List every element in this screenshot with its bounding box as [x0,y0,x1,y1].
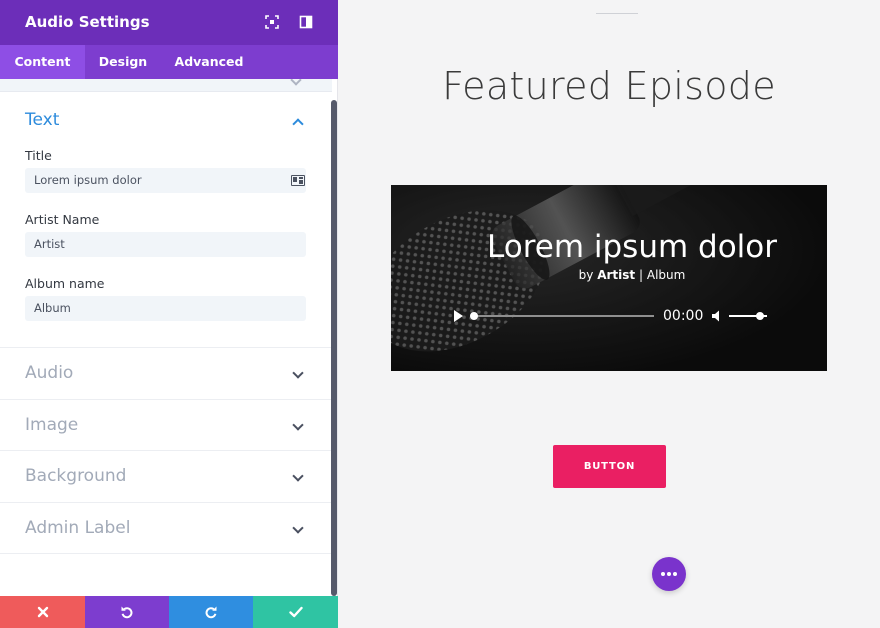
undo-button[interactable] [85,596,169,628]
album-name: Album [646,268,686,282]
redo-button[interactable] [169,596,253,628]
volume-icon[interactable] [711,309,725,323]
top-divider [596,13,638,14]
redo-icon [205,606,217,619]
chevron-down-icon[interactable] [292,367,304,379]
artist-name-label: Artist Name [25,212,100,227]
title-label: Title [25,148,52,163]
divider [0,347,332,348]
page-heading: Featured Episode [442,64,776,108]
group-admin-label-title[interactable]: Admin Label [25,518,130,538]
play-icon[interactable] [454,310,463,322]
player-meta: by Artist | Album [437,268,827,282]
chevron-down-icon[interactable] [292,419,304,431]
meta-separator: | [638,268,644,282]
settings-scroll-area: Text Title Lorem ipsum dolor Artist Name… [0,79,332,596]
artist-name: Artist [597,268,636,282]
previous-group-stub[interactable] [0,79,332,92]
split-view-icon[interactable] [298,14,314,30]
save-button[interactable] [253,596,338,628]
progress-handle[interactable] [470,312,478,320]
group-image-title[interactable]: Image [25,415,78,435]
dynamic-content-icon[interactable] [291,175,305,186]
dot-icon [661,572,665,576]
chevron-down-icon [290,79,302,86]
album-name-label: Album name [25,276,105,291]
divider [0,553,332,554]
group-background-title[interactable]: Background [25,466,126,486]
cta-button[interactable]: BUTTON [553,445,666,488]
chevron-up-icon[interactable] [292,118,304,130]
panel-scrollbar[interactable] [331,100,337,596]
panel-header: Audio Settings [0,0,338,45]
group-audio-title[interactable]: Audio [25,363,73,383]
more-options-button[interactable] [652,557,686,591]
progress-track[interactable] [471,315,654,317]
chevron-down-icon[interactable] [292,522,304,534]
tab-content[interactable]: Content [0,45,85,79]
divider [0,502,332,503]
settings-panel: Audio Settings Content Design Advanced T… [0,0,338,628]
title-input[interactable]: Lorem ipsum dolor [25,168,306,193]
discard-button[interactable] [0,596,85,628]
chevron-down-icon[interactable] [292,470,304,482]
album-name-input[interactable]: Album [25,296,306,321]
close-icon [37,606,48,618]
title-input-value: Lorem ipsum dolor [34,173,142,187]
check-icon [288,606,303,618]
dot-icon [667,572,671,576]
player-title: Lorem ipsum dolor [487,229,777,265]
undo-icon [121,606,133,619]
divider [0,450,332,451]
tab-advanced[interactable]: Advanced [161,45,257,79]
panel-footer [0,596,338,628]
tab-design[interactable]: Design [85,45,161,79]
dot-icon [673,572,677,576]
tab-bar: Content Design Advanced [0,45,338,79]
by-label: by [578,268,594,282]
divider [0,399,332,400]
group-text-title[interactable]: Text [25,110,59,130]
artist-name-input[interactable]: Artist [25,232,306,257]
panel-title: Audio Settings [25,13,150,31]
audio-player: Lorem ipsum dolor by Artist | Album 00:0… [391,185,827,371]
time-display: 00:00 [663,308,704,324]
expand-icon[interactable] [264,14,280,30]
